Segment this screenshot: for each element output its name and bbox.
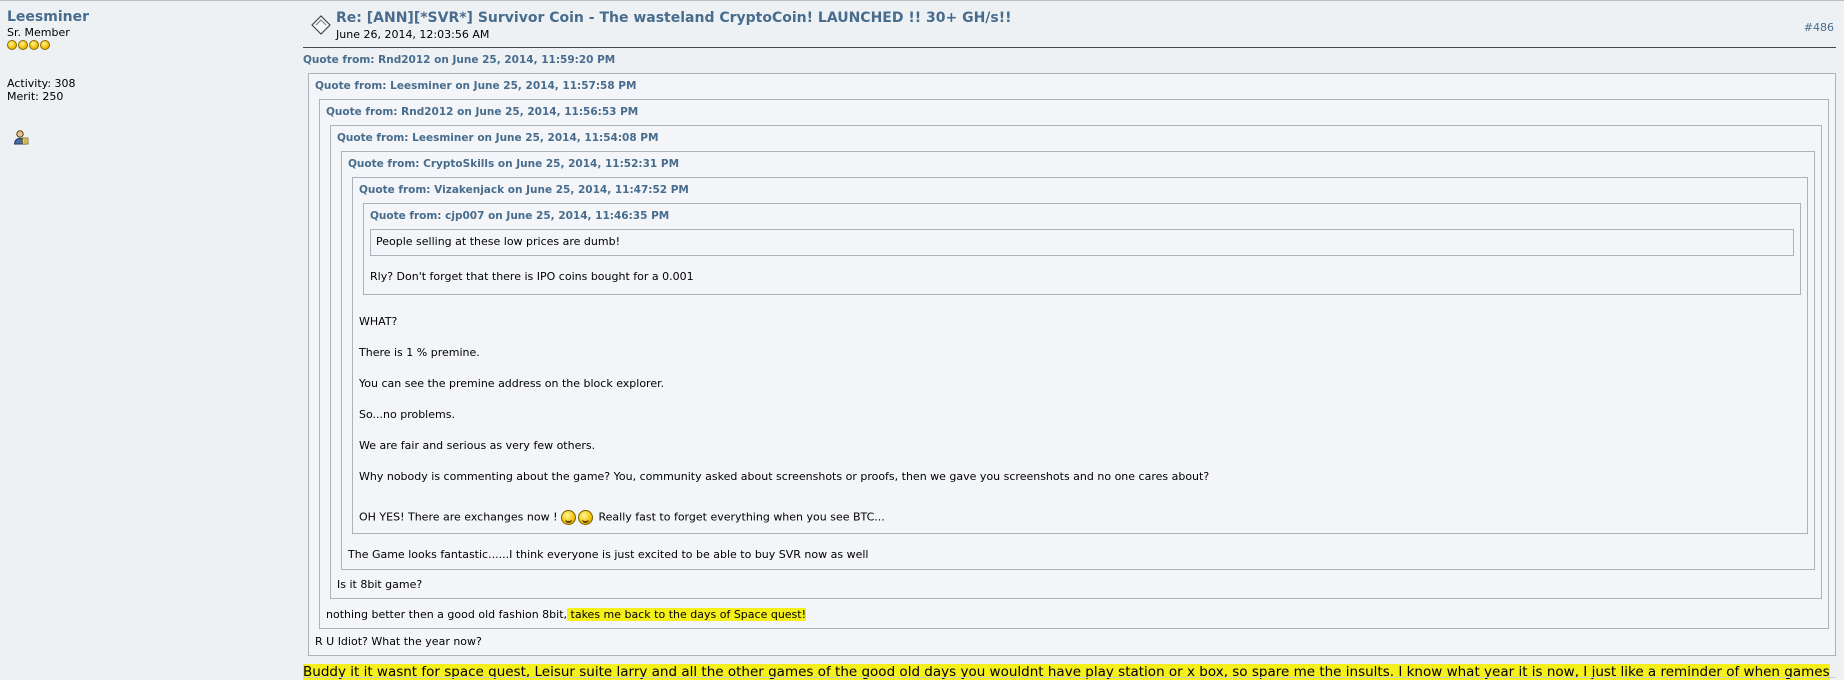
- quote-text: We are fair and serious as very few othe…: [359, 439, 596, 452]
- post-container: Re: [ANN][*SVR*] Survivor Coin - The was…: [303, 1, 1836, 680]
- quote-block: Quote from: cjp007 on June 25, 2014, 11:…: [363, 203, 1801, 295]
- quote-text: Is it 8bit game?: [337, 578, 423, 591]
- quote-header[interactable]: Quote from: CryptoSkills on June 25, 201…: [348, 158, 1808, 171]
- quote-text: Rly? Don't forget that there is IPO coin…: [370, 270, 694, 283]
- star-icon: [7, 40, 17, 50]
- star-icon: [29, 40, 39, 50]
- quote-text: nothing better then a good old fashion 8…: [326, 608, 568, 621]
- post-number-link[interactable]: #486: [1804, 21, 1834, 34]
- quote-text: So...no problems.: [359, 408, 455, 421]
- quote-text: R U Idiot? What the year now?: [315, 635, 482, 648]
- quote-header[interactable]: Quote from: Leesminer on June 25, 2014, …: [337, 132, 1815, 145]
- cheesy-smiley-icon: [560, 510, 576, 525]
- quote-text-with-highlight: nothing better then a good old fashion 8…: [326, 608, 1822, 622]
- post-header: Re: [ANN][*SVR*] Survivor Coin - The was…: [303, 1, 1836, 48]
- post-divider: [303, 677, 1836, 678]
- quote-text: You can see the premine address on the b…: [359, 377, 665, 390]
- quote-body: WHAT? There is 1 % premine. You can see …: [359, 315, 1801, 525]
- star-icon: [18, 40, 28, 50]
- quote-text: Really fast to forget everything when yo…: [598, 510, 885, 524]
- quote-block: Quote from: CryptoSkills on June 25, 201…: [341, 151, 1815, 570]
- quote-header[interactable]: Quote from: Rnd2012 on June 25, 2014, 11…: [326, 106, 1822, 119]
- post-subject-link[interactable]: Re: [ANN][*SVR*] Survivor Coin - The was…: [336, 10, 1012, 26]
- quote-text: There is 1 % premine.: [359, 346, 480, 359]
- quote-block: Quote from: Leesminer on June 25, 2014, …: [308, 73, 1836, 656]
- quote-text: Why nobody is commenting about the game?…: [359, 470, 1210, 483]
- quote-text: WHAT?: [359, 315, 398, 328]
- post-date: June 26, 2014, 12:03:56 AM: [336, 28, 490, 41]
- quote-text: OH YES! There are exchanges now !: [359, 510, 558, 524]
- quote-block: People selling at these low prices are d…: [370, 229, 1794, 256]
- quote-header[interactable]: Quote from: Vizakenjack on June 25, 2014…: [359, 184, 1801, 197]
- quote-text: The Game looks fantastic......I think ev…: [348, 548, 869, 561]
- profile-icon[interactable]: [13, 129, 29, 145]
- quote-block: Quote from: Leesminer on June 25, 2014, …: [330, 125, 1822, 599]
- post-body: Quote from: Rnd2012 on June 25, 2014, 11…: [303, 48, 1836, 680]
- poster-activity: Activity: 308: [7, 77, 76, 90]
- quote-block: Quote from: Vizakenjack on June 25, 2014…: [352, 177, 1808, 534]
- quote-text: People selling at these low prices are d…: [376, 235, 620, 248]
- poster-name-link[interactable]: Leesminer: [7, 9, 287, 25]
- poster-rank: Sr. Member: [7, 26, 70, 39]
- quote-header[interactable]: Quote from: Leesminer on June 25, 2014, …: [315, 80, 1829, 93]
- poster-panel: Leesminer Sr. Member Activity: 308 Merit…: [7, 9, 287, 145]
- star-icon: [40, 40, 50, 50]
- poster-stats: Activity: 308 Merit: 250: [7, 77, 287, 103]
- quote-header[interactable]: Quote from: cjp007 on June 25, 2014, 11:…: [370, 210, 1794, 223]
- quote-text-with-smileys: OH YES! There are exchanges now ! Really…: [359, 510, 1801, 525]
- poster-merit: Merit: 250: [7, 90, 64, 103]
- topic-icon: [311, 15, 331, 35]
- forum-post-page: Leesminer Sr. Member Activity: 308 Merit…: [0, 0, 1844, 680]
- quote-header[interactable]: Quote from: Rnd2012 on June 25, 2014, 11…: [303, 54, 1836, 67]
- quote-block: Quote from: Rnd2012 on June 25, 2014, 11…: [319, 99, 1829, 629]
- cheesy-smiley-icon: [577, 510, 593, 525]
- rank-stars: [7, 40, 287, 50]
- highlighted-text: takes me back to the days of Space quest…: [567, 608, 807, 621]
